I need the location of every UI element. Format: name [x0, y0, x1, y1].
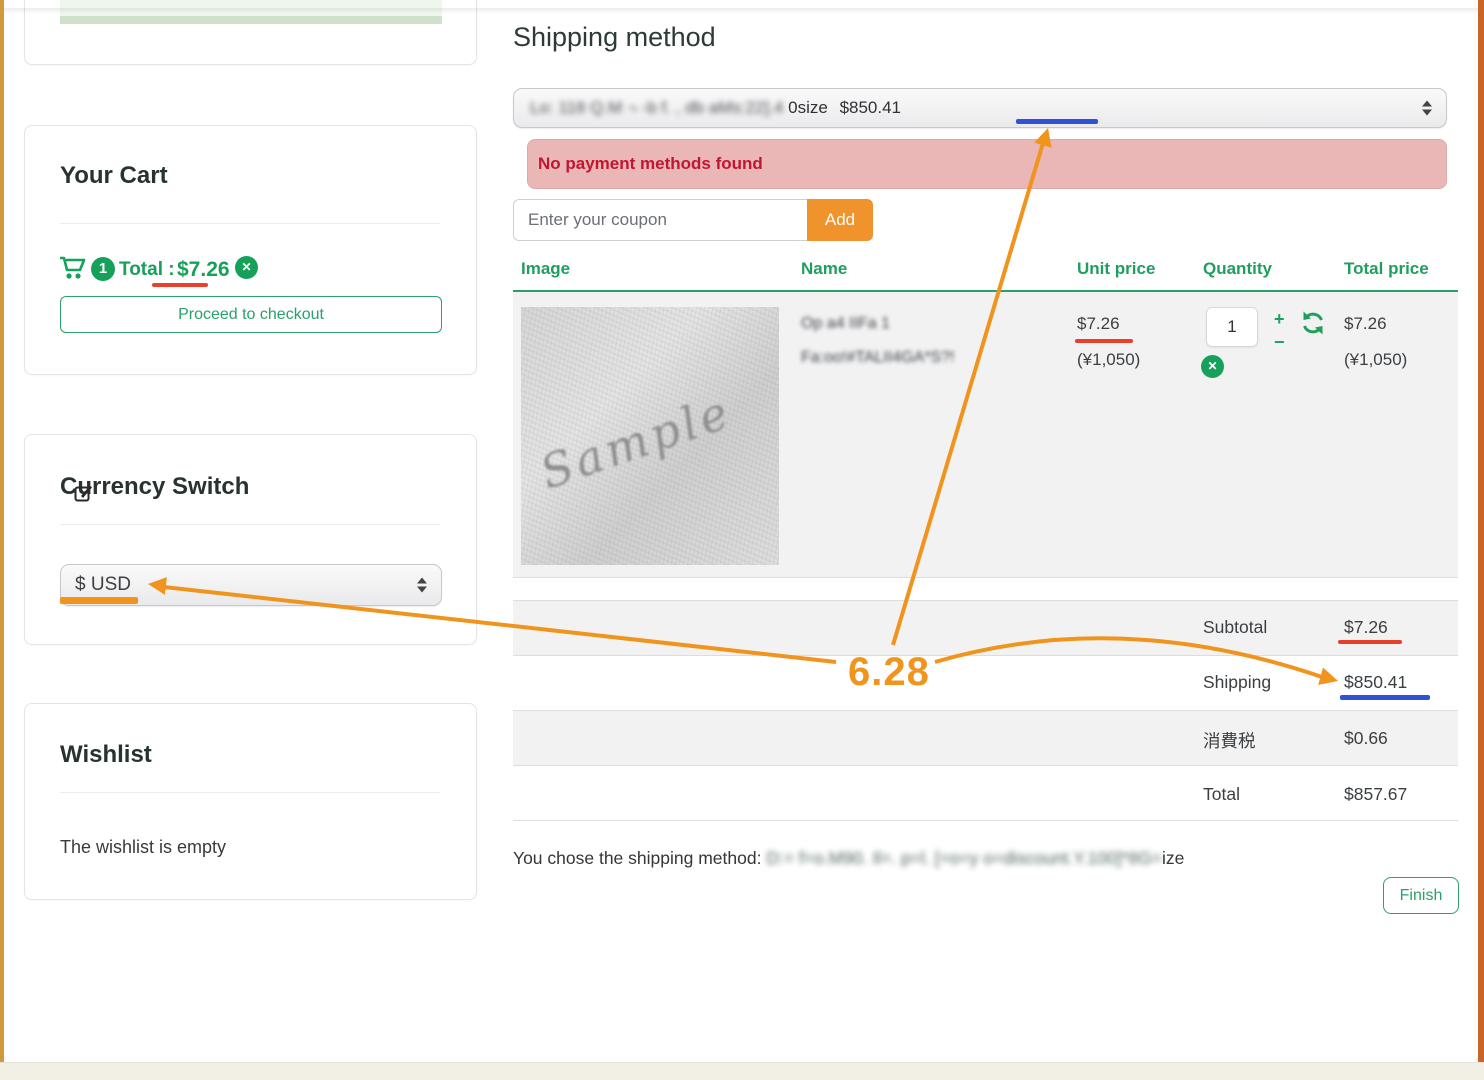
unit-price-yen: (¥1,050): [1077, 350, 1140, 370]
total-price: $7.26: [1344, 314, 1387, 334]
cart-total-value: $7.26: [177, 258, 230, 282]
cart-count-badge: 1: [91, 257, 115, 281]
product-image: Sample: [521, 307, 779, 565]
divider: [513, 765, 1458, 766]
chevron-updown-icon: [417, 578, 427, 593]
subtotal-value: $7.26: [1344, 617, 1388, 638]
currency-selected-value: $ USD: [61, 574, 131, 596]
col-header-name: Name: [801, 259, 847, 279]
chosen-prefix: You chose the shipping method:: [513, 848, 761, 868]
wishlist-title: Wishlist: [60, 741, 152, 769]
divider: [60, 792, 440, 793]
summary-row-subtotal: [513, 600, 1458, 655]
divider: [60, 524, 440, 525]
orange-underline-usd: [60, 597, 138, 604]
footer-bar: [0, 1062, 1484, 1080]
refresh-icon[interactable]: [1300, 310, 1326, 341]
page-title: Shipping method: [513, 22, 716, 53]
divider: [513, 655, 1458, 656]
tax-label: 消費税: [1203, 728, 1256, 753]
no-payment-alert: No payment methods found: [527, 139, 1447, 189]
red-underline-subtotal: [1338, 640, 1402, 644]
your-cart-card: Your Cart 1 Total : $7.26 ✕ Proceed to c…: [24, 125, 477, 375]
cart-icon: [59, 255, 89, 286]
divider: [513, 600, 1458, 601]
shipping-value: $850.41: [1344, 672, 1407, 693]
edit-icon[interactable]: [73, 483, 93, 508]
col-header-image: Image: [521, 259, 570, 279]
divider: [513, 820, 1458, 821]
coupon-add-button[interactable]: Add: [807, 199, 873, 241]
finish-button[interactable]: Finish: [1383, 877, 1459, 914]
summary-row-tax: [513, 710, 1458, 765]
unit-price: $7.26: [1077, 314, 1120, 334]
proceed-to-checkout-button[interactable]: Proceed to checkout: [60, 296, 442, 333]
annotation-number: 6.28: [848, 650, 930, 695]
shipping-label: Shipping: [1203, 672, 1271, 693]
divider: [513, 577, 1458, 578]
subtotal-label: Subtotal: [1203, 617, 1267, 638]
blue-underline-shipping: [1340, 695, 1430, 700]
sample-watermark: Sample: [534, 384, 739, 500]
chosen-obscured: D:= f=o.M90. Il=. p=l. [=o=y o=discount.…: [766, 848, 1162, 868]
currency-switch-card: Currency Switch $ USD: [24, 434, 477, 645]
clear-cart-icon[interactable]: ✕: [235, 256, 258, 279]
shipping-option-price: $850.41: [840, 98, 901, 117]
shipping-option-obscured-text: Lo: 118 Q.M ¬ -b f. , db aMs:22].4: [530, 98, 783, 117]
chosen-suffix: ize: [1162, 848, 1184, 868]
quantity-minus-icon[interactable]: −: [1274, 333, 1285, 351]
quantity-plus-icon[interactable]: +: [1274, 310, 1285, 328]
product-name-line2[interactable]: Fa:oo!#TALII4GA*S?!: [801, 349, 955, 367]
shipping-option-suffix: 0size: [788, 98, 828, 117]
shipping-method-select[interactable]: Lo: 118 Q.M ¬ -b f. , db aMs:22].4 0size…: [513, 88, 1447, 128]
frame-left: [0, 0, 4, 1062]
divider: [60, 223, 440, 224]
wishlist-empty-text: The wishlist is empty: [60, 837, 226, 858]
alert-text: No payment methods found: [538, 154, 763, 174]
quantity-input[interactable]: [1206, 307, 1258, 347]
frame-right: [1478, 0, 1484, 1062]
chosen-shipping-text: You chose the shipping method: D:= f=o.M…: [513, 848, 1184, 869]
chevron-updown-icon: [1422, 101, 1432, 116]
total-label: Total: [1203, 784, 1240, 805]
coupon-input[interactable]: [513, 199, 807, 241]
remove-item-icon[interactable]: ✕: [1201, 355, 1224, 378]
divider: [513, 710, 1458, 711]
product-name-line1[interactable]: Op a4 IIFa 1: [801, 315, 890, 333]
total-price-yen: (¥1,050): [1344, 350, 1407, 370]
red-underline-cart-total: [152, 283, 208, 287]
cart-title: Your Cart: [60, 162, 168, 190]
blue-underline-select-price: [1016, 119, 1098, 124]
checkout-page: Your Cart 1 Total : $7.26 ✕ Proceed to c…: [0, 0, 1484, 1080]
red-underline-unit-price: [1075, 339, 1133, 343]
top-shadow: [0, 8, 1484, 14]
col-header-quantity: Quantity: [1203, 259, 1272, 279]
col-header-total-price: Total price: [1344, 259, 1429, 279]
wishlist-card: Wishlist The wishlist is empty: [24, 703, 477, 900]
tax-value: $0.66: [1344, 728, 1388, 749]
total-value: $857.67: [1344, 784, 1407, 805]
col-header-unit-price: Unit price: [1077, 259, 1155, 279]
cart-total-label: Total :: [119, 259, 175, 281]
